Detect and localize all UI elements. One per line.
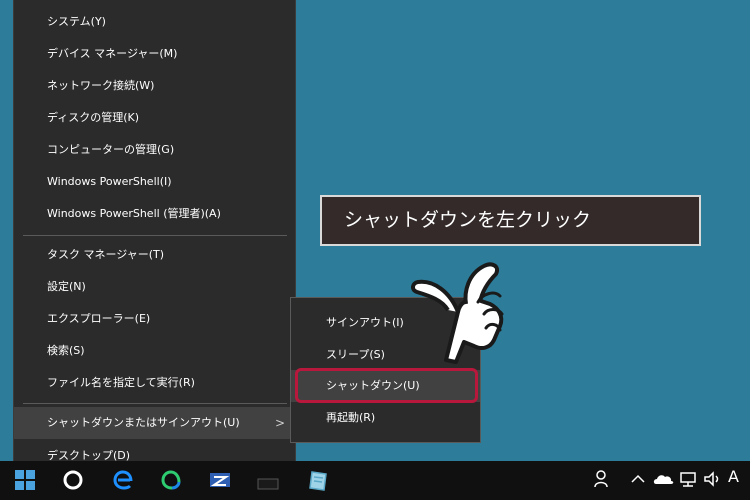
menu-item-computer-management[interactable]: コンピューターの管理(G) xyxy=(14,134,295,166)
onedrive-icon[interactable] xyxy=(652,469,674,489)
menu-item-network-connections[interactable]: ネットワーク接続(W) xyxy=(14,70,295,102)
menu-item-search[interactable]: 検索(S) xyxy=(14,335,295,367)
menu-item-powershell[interactable]: Windows PowerShell(I) xyxy=(14,166,295,198)
shutdown-highlight-frame xyxy=(295,368,478,403)
menu-item-task-manager[interactable]: タスク マネージャー(T) xyxy=(14,239,295,271)
menu-item-disk-management[interactable]: ディスクの管理(K) xyxy=(14,102,295,134)
winx-context-menu: システム(Y) デバイス マネージャー(M) ネットワーク接続(W) ディスクの… xyxy=(13,0,296,478)
menu-item-system[interactable]: システム(Y) xyxy=(14,6,295,38)
network-icon[interactable] xyxy=(678,469,698,489)
window-icon[interactable] xyxy=(256,469,280,491)
app-icon[interactable] xyxy=(208,469,232,491)
tray-chevron-up-icon[interactable] xyxy=(630,469,646,489)
menu-item-powershell-admin[interactable]: Windows PowerShell (管理者)(A) xyxy=(14,198,295,230)
volume-icon[interactable] xyxy=(702,469,722,489)
notepad-icon[interactable] xyxy=(306,469,330,493)
edge-chromium-icon[interactable] xyxy=(160,469,182,491)
people-icon[interactable] xyxy=(593,469,611,489)
windows-start-icon[interactable] xyxy=(14,469,36,491)
menu-item-settings[interactable]: 設定(N) xyxy=(14,271,295,303)
edge-icon[interactable] xyxy=(112,469,134,491)
menu-separator xyxy=(23,235,287,236)
menu-item-run[interactable]: ファイル名を指定して実行(R) xyxy=(14,367,295,399)
menu-item-shutdown-or-signout-label: シャットダウンまたはサインアウト(U) xyxy=(47,416,240,429)
menu-item-device-manager[interactable]: デバイス マネージャー(M) xyxy=(14,38,295,70)
pointing-hand-icon xyxy=(411,262,504,364)
menu-item-shutdown-or-signout[interactable]: シャットダウンまたはサインアウト(U) > xyxy=(14,407,295,439)
submenu-item-restart[interactable]: 再起動(R) xyxy=(291,402,480,434)
menu-separator xyxy=(23,403,287,404)
menu-item-explorer[interactable]: エクスプローラー(E) xyxy=(14,303,295,335)
ime-indicator[interactable]: A xyxy=(728,467,739,486)
instruction-callout: シャットダウンを左クリック xyxy=(320,195,701,246)
taskbar xyxy=(0,461,750,500)
cortana-icon[interactable] xyxy=(62,469,84,491)
chevron-right-icon: > xyxy=(274,416,285,430)
